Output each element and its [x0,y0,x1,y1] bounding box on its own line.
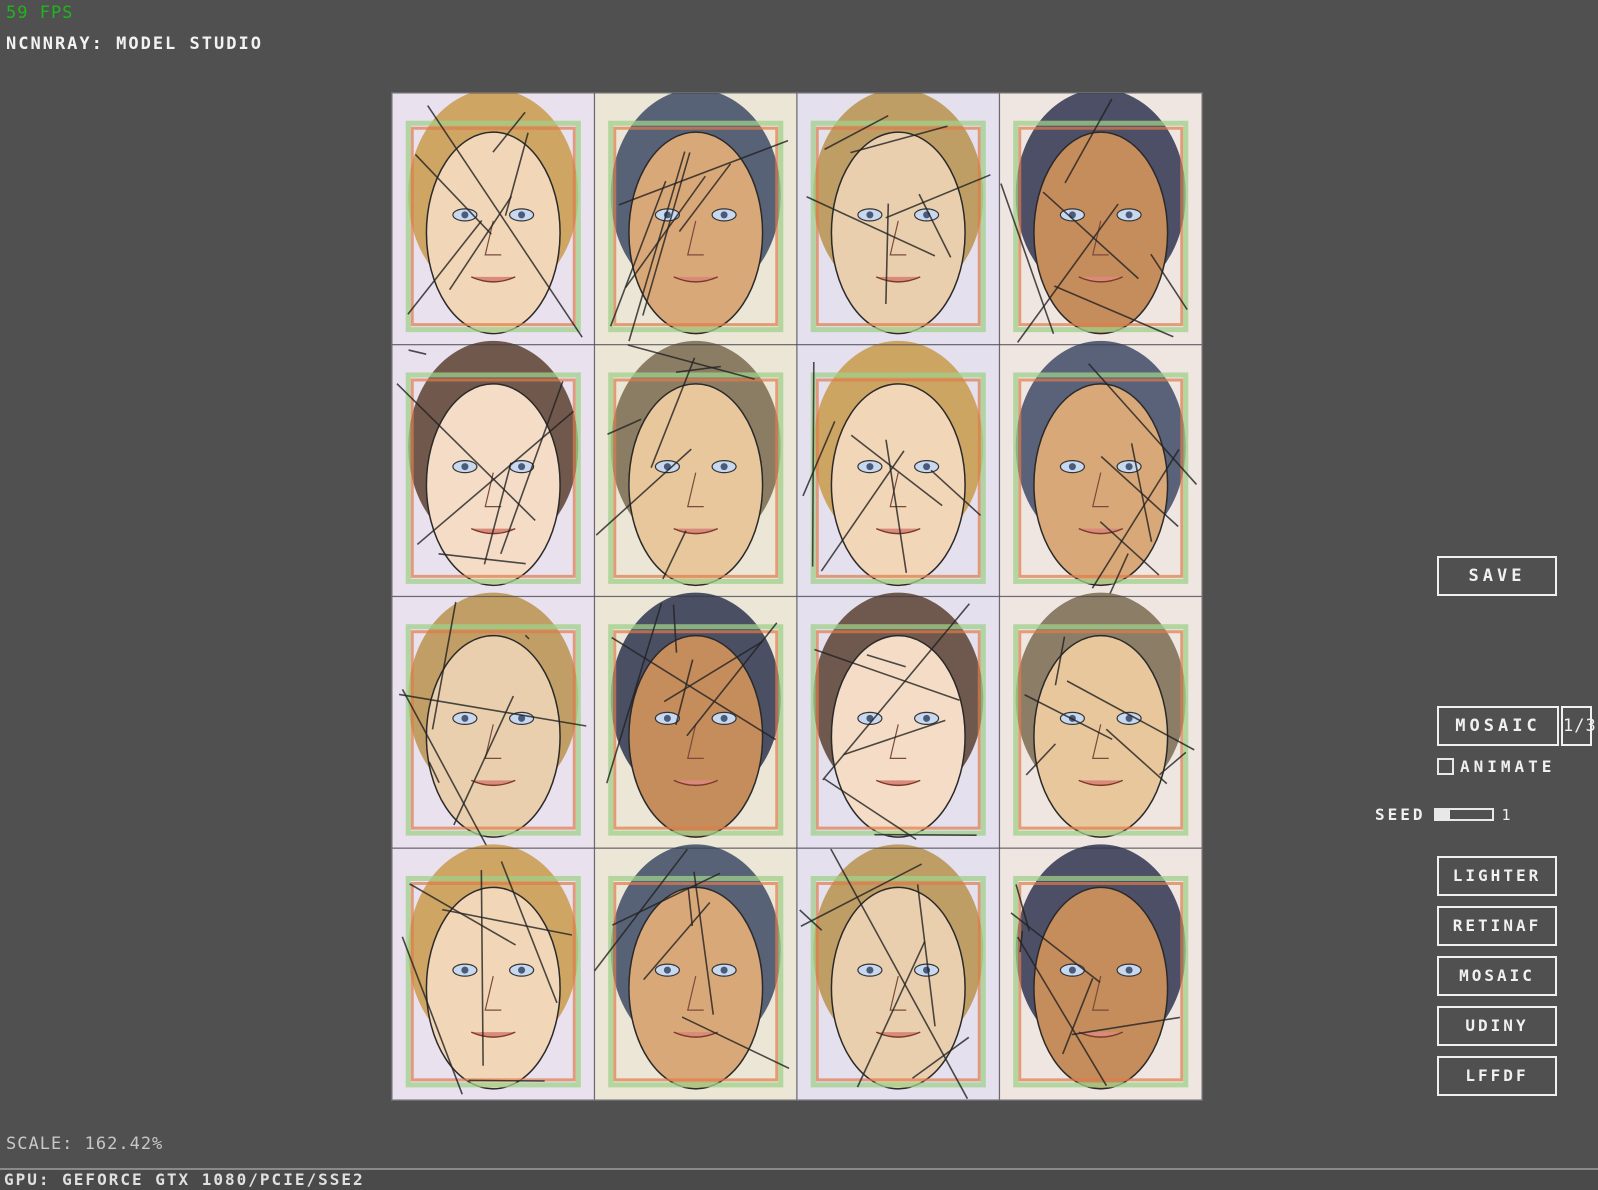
seed-slider-fill [1435,810,1450,819]
image-canvas[interactable] [391,92,1203,1101]
model-button-mosaic[interactable]: MOSAIC [1437,956,1557,996]
save-button[interactable]: SAVE [1437,556,1557,596]
model-button-retinaf[interactable]: RETINAF [1437,906,1557,946]
style-mode-button[interactable]: MOSAIC [1437,706,1559,746]
seed-slider[interactable] [1433,808,1494,821]
model-button-lffdf[interactable]: LFFDF [1437,1056,1557,1096]
seed-control: SEED 1 [1375,805,1511,824]
scale-readout: SCALE: 162.42% [6,1134,164,1154]
app-title: NCNNRAY: MODEL STUDIO [6,34,263,54]
model-button-lighter[interactable]: LIGHTER [1437,856,1557,896]
fps-counter: 59 FPS [6,3,74,23]
mosaic-faces-image [392,93,1202,1100]
animate-checkbox[interactable] [1437,758,1454,775]
animate-label: ANIMATE [1460,757,1556,776]
seed-value: 1 [1501,805,1511,824]
model-studio-window: 59 FPS NCNNRAY: MODEL STUDIO SAVE MOSAIC… [0,0,1598,1190]
seed-label: SEED [1375,805,1426,824]
model-button-udiny[interactable]: UDINY [1437,1006,1557,1046]
animate-toggle[interactable]: ANIMATE [1437,757,1555,776]
style-page-button[interactable]: 1/3 [1561,706,1596,746]
gpu-info: GPU: GEFORCE GTX 1080/PCIE/SSE2 [4,1170,365,1189]
